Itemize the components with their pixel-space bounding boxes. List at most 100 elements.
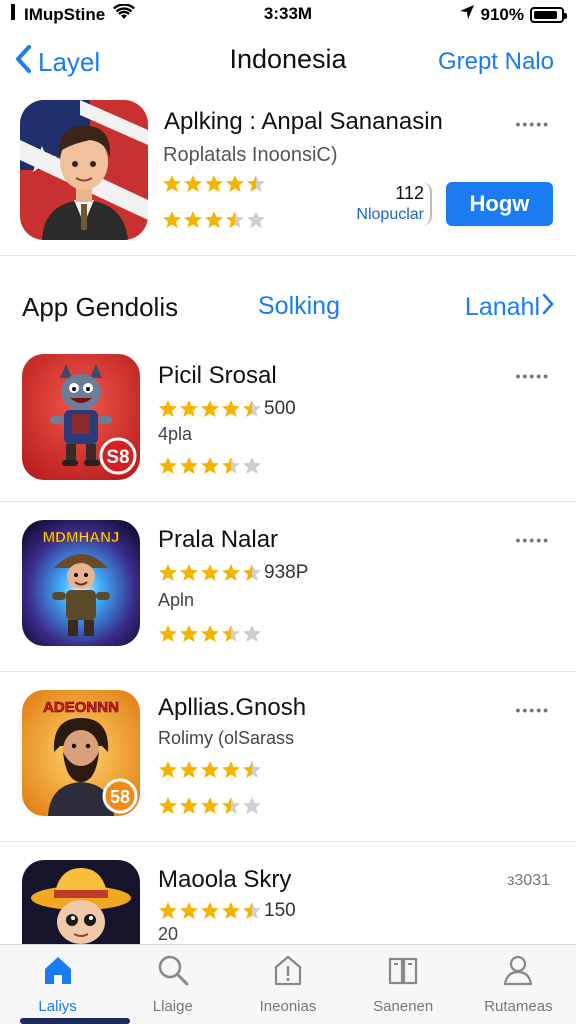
featured-rating-stars-secondary [162, 210, 266, 230]
star-icon [200, 456, 220, 476]
app-list-item[interactable]: Maoola Skry 150 20 з3031 [0, 842, 576, 944]
star-icon [204, 174, 224, 194]
featured-rank-label: Nlopuclar [356, 206, 424, 223]
person-icon [501, 953, 535, 992]
star-icon [200, 796, 220, 816]
star-icon [221, 399, 241, 419]
app-list-item[interactable]: S8 Picil Srosal 500 4pla ••••• [0, 332, 576, 502]
app-icon-red-monster[interactable]: S8 [22, 354, 140, 480]
star-icon [179, 624, 199, 644]
app-icon-hat-kid[interactable] [22, 860, 140, 944]
star-icon [225, 210, 245, 230]
status-bar: IMupStine 3:33M 910% [0, 0, 576, 28]
section-header: App Gendolis Solking Lanahl [0, 288, 576, 328]
star-icon [221, 796, 241, 816]
chevron-right-icon [542, 292, 554, 323]
battery-fill [534, 10, 558, 19]
app-list-item[interactable]: MDMHANJ Prala Nalar 938P Apln ••••• [0, 502, 576, 672]
section-filter-link[interactable]: Solking [258, 292, 340, 321]
star-icon [183, 210, 203, 230]
app-rating-stars [158, 901, 262, 921]
star-icon [162, 210, 182, 230]
location-arrow-icon [459, 4, 475, 25]
star-icon [221, 456, 241, 476]
app-rating-row: 938P [158, 562, 308, 584]
star-icon [179, 796, 199, 816]
tab-search[interactable]: Llaige [115, 945, 230, 1024]
battery-percent: 910% [480, 4, 524, 24]
see-all-label: Lanahl [464, 293, 540, 321]
star-icon [246, 210, 266, 230]
star-icon [242, 399, 262, 419]
star-icon [200, 624, 220, 644]
app-list-item[interactable]: ADEONNN 58 Apllias.Gnosh Rolimy (olSaras… [0, 672, 576, 842]
star-icon [200, 901, 220, 921]
home-icon [41, 953, 75, 992]
star-icon [200, 399, 220, 419]
navigation-bar: Layel Indonesia Grept Nalo [0, 36, 576, 86]
star-icon [200, 563, 220, 583]
star-icon [162, 174, 182, 194]
star-icon [242, 901, 262, 921]
tab-library[interactable]: Sanenen [346, 945, 461, 1024]
app-icon-space-hero[interactable]: MDMHANJ [22, 520, 140, 646]
chevron-left-icon [14, 44, 32, 81]
app-icon-bearded-hero[interactable]: ADEONNN 58 [22, 690, 140, 816]
star-icon [179, 901, 199, 921]
more-options-icon[interactable]: ••••• [515, 368, 550, 384]
star-icon [158, 901, 178, 921]
tab-label: Laliys [38, 998, 77, 1015]
featured-app-name[interactable]: Aplking : Anpal Sananasin [164, 108, 443, 136]
app-name[interactable]: Apllias.Gnosh [158, 694, 306, 722]
featured-app-icon[interactable] [20, 100, 148, 240]
star-icon [225, 174, 245, 194]
featured-app[interactable]: Aplking : Anpal Sananasin Roplatals Inoo… [0, 100, 576, 256]
star-icon [179, 563, 199, 583]
app-name[interactable]: Picil Srosal [158, 362, 277, 390]
back-label: Layel [38, 47, 101, 77]
app-rating-row: 500 [158, 398, 296, 420]
more-options-icon[interactable]: з3031 [507, 872, 550, 890]
app-rating-stars-secondary [158, 796, 262, 816]
app-rating-count: 500 [264, 398, 296, 419]
tab-label: Llaige [152, 998, 193, 1015]
star-icon [242, 760, 262, 780]
star-icon [179, 399, 199, 419]
see-all-link[interactable]: Lanahl [465, 292, 554, 323]
search-icon [156, 953, 190, 992]
star-icon [242, 456, 262, 476]
tab-label: Rutameas [484, 998, 553, 1015]
star-icon [179, 456, 199, 476]
app-subtitle: 20 [158, 924, 179, 944]
star-icon [221, 563, 241, 583]
more-options-icon[interactable]: ••••• [515, 702, 550, 718]
star-icon [158, 624, 178, 644]
featured-rank: 112 Nlopuclar [348, 182, 432, 226]
star-icon [158, 760, 178, 780]
app-rating-count: 938P [264, 562, 309, 583]
tab-updates[interactable]: Ineonias [230, 945, 345, 1024]
tab-account[interactable]: Rutameas [461, 945, 576, 1024]
app-badge-text: 58 [110, 787, 130, 807]
more-options-icon[interactable]: ••••• [515, 116, 550, 132]
app-icon-banner: ADEONNN [43, 699, 119, 716]
tab-home[interactable]: Laliys [0, 945, 115, 1024]
get-button[interactable]: Hogw [446, 182, 553, 226]
more-options-icon[interactable]: ••••• [515, 532, 550, 548]
star-icon [221, 760, 241, 780]
status-right: 910% [459, 4, 567, 25]
star-icon [246, 174, 266, 194]
star-icon [221, 624, 241, 644]
star-icon [179, 760, 199, 780]
featured-rating-stars [162, 174, 266, 194]
back-button[interactable]: Layel [14, 44, 100, 81]
star-icon [242, 563, 262, 583]
app-rating-stars-secondary [158, 456, 262, 476]
app-name[interactable]: Maoola Skry [158, 866, 291, 894]
star-icon [183, 174, 203, 194]
star-icon [158, 456, 178, 476]
featured-rank-number: 112 [395, 183, 424, 203]
nav-right-button[interactable]: Grept Nalo [438, 48, 554, 76]
app-name[interactable]: Prala Nalar [158, 526, 278, 554]
battery-icon [530, 6, 567, 23]
